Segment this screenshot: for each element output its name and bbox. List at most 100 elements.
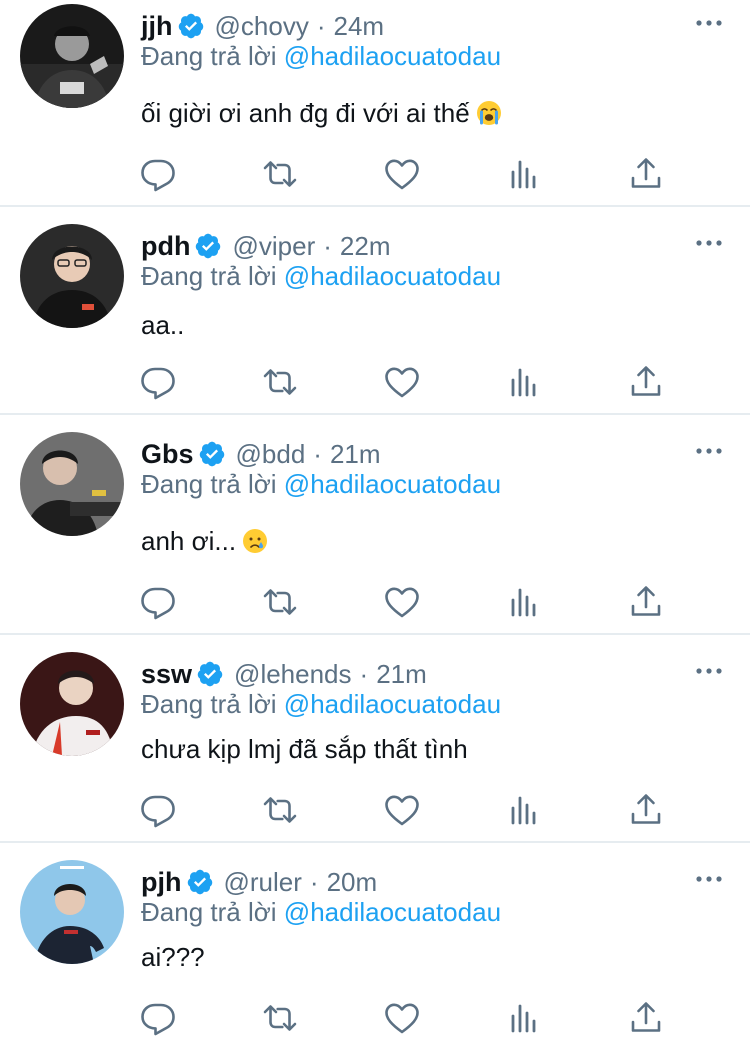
- mention-link[interactable]: @hadilaocuatodau: [284, 689, 501, 719]
- tweet-actions: [0, 790, 750, 830]
- user-handle[interactable]: @chovy: [215, 11, 309, 42]
- crying-face-icon: [242, 528, 268, 554]
- mention-link[interactable]: @hadilaocuatodau: [284, 469, 501, 499]
- separator-dot: ·: [316, 10, 326, 41]
- timestamp[interactable]: 21m: [330, 439, 381, 470]
- user-handle[interactable]: @ruler: [224, 867, 302, 898]
- verified-badge-icon: [194, 232, 222, 260]
- tweet-text-content: anh ơi...: [141, 526, 237, 556]
- mention-link[interactable]: @hadilaocuatodau: [284, 261, 501, 291]
- mention-link[interactable]: @hadilaocuatodau: [284, 41, 501, 71]
- heart-icon[interactable]: [382, 362, 422, 402]
- display-name[interactable]: pdh: [141, 231, 190, 262]
- heart-icon[interactable]: [382, 998, 422, 1038]
- share-icon[interactable]: [626, 362, 666, 402]
- tweet-text-content: aa..: [141, 310, 185, 340]
- reply-icon[interactable]: [138, 790, 178, 830]
- tweet-text-content: chưa kịp lmj đã sắp thất tình: [141, 734, 468, 764]
- separator-dot: ·: [309, 866, 319, 897]
- tweet-actions: [0, 998, 750, 1038]
- separator-dot: ·: [323, 230, 332, 261]
- tweet-actions: [0, 154, 750, 194]
- reply-icon[interactable]: [138, 998, 178, 1038]
- retweet-icon[interactable]: [260, 998, 300, 1038]
- share-icon[interactable]: [626, 582, 666, 622]
- divider: [0, 841, 750, 843]
- timestamp[interactable]: 21m: [376, 659, 427, 690]
- share-icon[interactable]: [626, 998, 666, 1038]
- verified-badge-icon: [196, 660, 224, 688]
- user-handle[interactable]: @viper: [232, 231, 315, 262]
- heart-icon[interactable]: [382, 154, 422, 194]
- replying-to: Đang trả lời @hadilaocuatodau: [141, 41, 501, 72]
- heart-icon[interactable]: [382, 582, 422, 622]
- user-handle[interactable]: @lehends: [234, 659, 351, 690]
- replying-to: Đang trả lời @hadilaocuatodau: [141, 469, 501, 500]
- avatar[interactable]: [20, 432, 124, 536]
- avatar[interactable]: [20, 224, 124, 328]
- retweet-icon[interactable]: [260, 362, 300, 402]
- heart-icon[interactable]: [382, 790, 422, 830]
- display-name[interactable]: ssw: [141, 659, 192, 690]
- tweet[interactable]: pdh @viper · 22m Đang trả lời @hadilaocu…: [0, 224, 750, 414]
- retweet-icon[interactable]: [260, 154, 300, 194]
- replying-to-label: Đang trả lời: [141, 897, 277, 927]
- display-name[interactable]: jjh: [141, 11, 173, 42]
- tweet[interactable]: jjh @chovy · 24m Đang trả lời @hadilaocu…: [0, 4, 750, 204]
- retweet-icon[interactable]: [260, 790, 300, 830]
- tweet-text: chưa kịp lmj đã sắp thất tình: [141, 734, 468, 765]
- reply-icon[interactable]: [138, 582, 178, 622]
- tweet-actions: [0, 362, 750, 402]
- share-icon[interactable]: [626, 154, 666, 194]
- tweet-text-content: ối giời ơi anh đg đi với ai thế: [141, 98, 470, 128]
- analytics-icon[interactable]: [504, 582, 544, 622]
- more-icon[interactable]: [692, 864, 726, 894]
- analytics-icon[interactable]: [504, 998, 544, 1038]
- more-icon[interactable]: [692, 436, 726, 466]
- divider: [0, 413, 750, 415]
- timestamp[interactable]: 22m: [340, 231, 391, 262]
- verified-badge-icon: [198, 440, 226, 468]
- more-icon[interactable]: [692, 656, 726, 686]
- analytics-icon[interactable]: [504, 790, 544, 830]
- analytics-icon[interactable]: [504, 154, 544, 194]
- replying-to-label: Đang trả lời: [141, 261, 277, 291]
- tweet-text: anh ơi...: [141, 526, 268, 557]
- replying-to: Đang trả lời @hadilaocuatodau: [141, 897, 501, 928]
- divider: [0, 205, 750, 207]
- replying-to-label: Đang trả lời: [141, 689, 277, 719]
- tweet-text: aa..: [141, 310, 184, 341]
- separator-dot: ·: [313, 438, 322, 469]
- more-icon[interactable]: [692, 8, 726, 38]
- replying-to-label: Đang trả lời: [141, 469, 277, 499]
- retweet-icon[interactable]: [260, 582, 300, 622]
- tweet[interactable]: pjh @ruler · 20m Đang trả lời @hadilaocu…: [0, 860, 750, 1042]
- verified-badge-icon: [177, 12, 205, 40]
- separator-dot: ·: [359, 658, 369, 689]
- avatar[interactable]: [20, 860, 124, 964]
- tweet-text: ai???: [141, 942, 205, 973]
- avatar[interactable]: [20, 652, 124, 756]
- divider: [0, 633, 750, 635]
- reply-icon[interactable]: [138, 154, 178, 194]
- tweet[interactable]: ssw @lehends · 21m Đang trả lời @hadilao…: [0, 652, 750, 842]
- tweet-text: ối giời ơi anh đg đi với ai thế: [141, 98, 502, 129]
- display-name[interactable]: pjh: [141, 867, 182, 898]
- share-icon[interactable]: [626, 790, 666, 830]
- replying-to: Đang trả lời @hadilaocuatodau: [141, 261, 501, 292]
- tweet[interactable]: Gbs @bdd · 21m Đang trả lời @hadilaocuat…: [0, 432, 750, 632]
- verified-badge-icon: [186, 868, 214, 896]
- tweet-text-content: ai???: [141, 942, 205, 972]
- more-icon[interactable]: [692, 228, 726, 258]
- avatar[interactable]: [20, 4, 124, 108]
- analytics-icon[interactable]: [504, 362, 544, 402]
- mention-link[interactable]: @hadilaocuatodau: [284, 897, 501, 927]
- user-handle[interactable]: @bdd: [236, 439, 306, 470]
- display-name[interactable]: Gbs: [141, 439, 194, 470]
- timestamp[interactable]: 20m: [327, 867, 378, 898]
- reply-icon[interactable]: [138, 362, 178, 402]
- timestamp[interactable]: 24m: [334, 11, 385, 42]
- replying-to: Đang trả lời @hadilaocuatodau: [141, 689, 501, 720]
- loudly-crying-face-icon: [476, 100, 502, 126]
- tweet-actions: [0, 582, 750, 622]
